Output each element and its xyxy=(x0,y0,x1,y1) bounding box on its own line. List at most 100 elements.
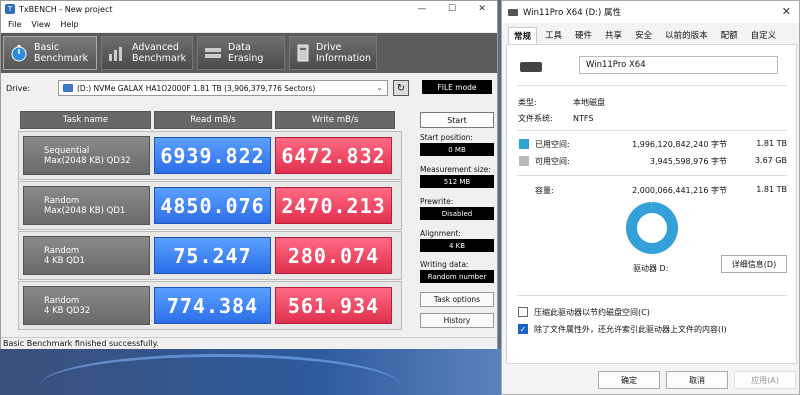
compress-label: 压缩此驱动器以节约磁盘空间(C) xyxy=(534,308,650,317)
type-row: 类型: 本地磁盘 xyxy=(518,97,605,108)
tab-data-erasing[interactable]: Data Erasing xyxy=(197,36,285,70)
volume-name-input[interactable]: Win11Pro X64 xyxy=(579,56,778,74)
header-read: Read mB/s xyxy=(154,111,272,129)
tab-tools[interactable]: 工具 xyxy=(540,27,567,44)
history-button[interactable]: History xyxy=(420,313,494,328)
tab-previous-versions[interactable]: 以前的版本 xyxy=(660,27,713,44)
alignment-value[interactable]: 4 KB xyxy=(420,239,494,252)
close-icon[interactable]: ✕ xyxy=(782,5,791,18)
tab-label: Basic xyxy=(34,42,60,53)
index-checkbox[interactable]: ✓ xyxy=(518,324,528,334)
tab-advanced-benchmark[interactable]: Advanced Benchmark xyxy=(101,36,193,70)
tab-general[interactable]: 常规 xyxy=(508,27,538,44)
used-bytes: 1,996,120,842,240 字节 xyxy=(632,140,727,149)
menu-help[interactable]: Help xyxy=(55,20,83,29)
divider xyxy=(517,295,787,296)
measurement-size-value[interactable]: 512 MB xyxy=(420,175,494,188)
task-name[interactable]: Random Max(2048 KB) QD1 xyxy=(23,186,150,225)
capacity-size: 1.81 TB xyxy=(756,185,787,194)
cancel-button[interactable]: 取消 xyxy=(666,371,728,389)
history-wrap: History xyxy=(420,313,494,328)
tab-label: Benchmark xyxy=(132,53,187,64)
ok-button[interactable]: 确定 xyxy=(598,371,660,389)
task-line2: Max(2048 KB) QD32 xyxy=(44,155,131,166)
eraser-icon xyxy=(204,44,222,62)
tab-quota[interactable]: 配额 xyxy=(716,27,743,44)
tab-hardware[interactable]: 硬件 xyxy=(570,27,597,44)
measurement-size-group: Measurement size: 512 MB xyxy=(420,165,494,188)
type-label: 类型: xyxy=(518,98,537,107)
start-position-value[interactable]: 0 MB xyxy=(420,143,494,156)
prewrite-value[interactable]: Disabled xyxy=(420,207,494,220)
type-value: 本地磁盘 xyxy=(573,98,605,107)
task-options-button[interactable]: Task options xyxy=(420,292,494,307)
drive-label: Drive: xyxy=(6,83,31,93)
start-button[interactable]: Start xyxy=(420,112,494,128)
close-icon[interactable]: ✕ xyxy=(467,1,497,17)
menu-file[interactable]: File xyxy=(3,20,26,29)
fs-row: 文件系统: NTFS xyxy=(518,113,593,124)
write-value: 280.074 xyxy=(275,237,392,274)
result-row: Random Max(2048 KB) QD1 4850.076 2470.213 xyxy=(18,181,402,230)
task-options-wrap: Task options xyxy=(420,292,494,307)
drive-select[interactable]: (D:) NVMe GALAX HA1O2000F 1.81 TB (3,906… xyxy=(58,80,388,96)
tab-sharing[interactable]: 共享 xyxy=(600,27,627,44)
compress-checkbox[interactable] xyxy=(518,307,528,317)
task-name[interactable]: Sequential Max(2048 KB) QD32 xyxy=(23,136,150,175)
task-line1: Sequential xyxy=(44,145,90,156)
drive-icon xyxy=(63,84,73,92)
task-name[interactable]: Random 4 KB QD1 xyxy=(23,236,150,275)
refresh-button[interactable]: ↻ xyxy=(393,80,409,96)
measurement-size-label: Measurement size: xyxy=(420,165,491,174)
tab-security[interactable]: 安全 xyxy=(630,27,657,44)
divider xyxy=(517,85,787,86)
drive-select-value: (D:) NVMe GALAX HA1O2000F 1.81 TB (3,906… xyxy=(77,83,316,93)
read-value: 774.384 xyxy=(154,287,271,324)
maximize-icon[interactable]: ☐ xyxy=(437,1,467,17)
capacity-label: 容量: xyxy=(535,186,554,195)
app-logo-icon: T xyxy=(5,4,15,14)
fs-label: 文件系统: xyxy=(518,114,553,123)
used-color-swatch xyxy=(519,139,529,149)
free-color-swatch xyxy=(519,156,529,166)
header-write: Write mB/s xyxy=(275,111,395,129)
free-label: 可用空间: xyxy=(535,157,570,166)
writing-data-group: Writing data: Random number xyxy=(420,260,494,283)
stopwatch-icon xyxy=(10,44,28,62)
task-line2: 4 KB QD32 xyxy=(44,305,91,316)
menu-bar: File View Help xyxy=(1,17,497,32)
task-line2: Max(2048 KB) QD1 xyxy=(44,205,126,216)
menu-view[interactable]: View xyxy=(26,20,55,29)
tab-customize[interactable]: 自定义 xyxy=(746,27,782,44)
task-line1: Random xyxy=(44,245,80,256)
read-value: 75.247 xyxy=(154,237,271,274)
write-value: 561.934 xyxy=(275,287,392,324)
task-name[interactable]: Random 4 KB QD32 xyxy=(23,286,150,325)
task-line2: 4 KB QD1 xyxy=(44,255,85,266)
details-button[interactable]: 详细信息(D) xyxy=(721,255,787,273)
main-tabs: Basic Benchmark Advanced Benchmark Data Er… xyxy=(1,33,497,73)
read-value: 4850.076 xyxy=(154,187,271,224)
apply-button[interactable]: 应用(A) xyxy=(734,371,796,389)
bar-chart-icon xyxy=(108,44,126,62)
drive-info-icon xyxy=(296,44,310,62)
tab-label: Benchmark xyxy=(34,53,89,64)
chevron-down-icon: ⌄ xyxy=(376,83,383,92)
results-header: Task name Read mB/s Write mB/s xyxy=(20,111,398,129)
start-position-group: Start position: 0 MB xyxy=(420,133,494,156)
writing-data-label: Writing data: xyxy=(420,260,469,269)
tab-basic-benchmark[interactable]: Basic Benchmark xyxy=(3,36,97,70)
used-label: 已用空间: xyxy=(535,140,570,149)
tab-drive-information[interactable]: Drive Information xyxy=(289,36,377,70)
task-line1: Random xyxy=(44,195,80,206)
prewrite-label: Prewrite: xyxy=(420,197,454,206)
tab-label: Drive xyxy=(316,42,342,53)
usage-donut-chart xyxy=(626,202,678,254)
task-line1: Random xyxy=(44,295,80,306)
writing-data-value[interactable]: Random number xyxy=(420,270,494,283)
refresh-icon: ↻ xyxy=(396,82,406,94)
fs-value: NTFS xyxy=(573,114,594,123)
minimize-icon[interactable]: — xyxy=(407,1,437,17)
write-value: 6472.832 xyxy=(275,137,392,174)
tab-label: Data Erasing xyxy=(228,42,264,64)
